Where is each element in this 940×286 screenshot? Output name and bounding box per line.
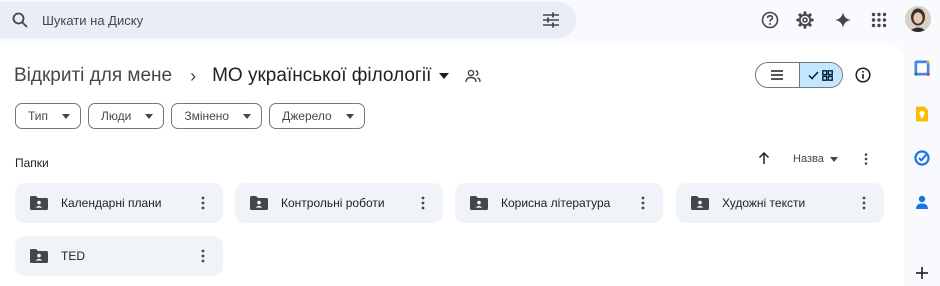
contacts-icon[interactable] (914, 194, 930, 210)
filter-people-label: Люди (101, 109, 132, 123)
shared-folder-icon (30, 249, 48, 263)
breadcrumb-separator: › (190, 65, 197, 86)
folder-name: TED (61, 249, 85, 263)
gemini-icon[interactable] (832, 9, 854, 31)
folder-card[interactable]: Художні тексти (676, 183, 884, 223)
keep-icon[interactable] (914, 106, 930, 122)
more-options-icon[interactable] (196, 195, 210, 211)
folder-card[interactable]: Календарні плани (15, 183, 223, 223)
search-bar[interactable] (0, 2, 576, 38)
filter-type[interactable]: Тип (15, 103, 82, 129)
filter-people[interactable]: Люди (88, 103, 165, 129)
folder-card[interactable]: Контрольні роботи (235, 183, 443, 223)
list-icon (771, 70, 784, 80)
settings-icon[interactable] (794, 9, 816, 31)
chevron-down-icon (829, 156, 838, 162)
more-options-icon[interactable] (196, 248, 210, 264)
filter-type-label: Тип (28, 109, 49, 123)
chevron-down-icon[interactable] (439, 73, 450, 79)
sort-by-label: Назва (793, 153, 824, 165)
info-icon[interactable] (855, 67, 871, 83)
folder-name: Художні тексти (722, 196, 806, 210)
apps-icon[interactable] (868, 9, 890, 31)
filter-source[interactable]: Джерело (269, 103, 365, 129)
folder-name: Контрольні роботи (281, 196, 385, 210)
filter-bar: Тип Люди Змінено Джерело (15, 103, 365, 129)
more-options-icon[interactable] (416, 195, 430, 211)
sort-direction-icon[interactable] (757, 151, 771, 165)
grid-icon (822, 69, 834, 81)
folder-name: Корисна література (501, 196, 611, 210)
main-content: Відкриті для мене › МО української філол… (0, 44, 904, 286)
list-view-button[interactable] (756, 63, 799, 87)
breadcrumb-shared-with-me[interactable]: Відкриті для мене (14, 65, 172, 87)
tasks-icon[interactable] (914, 150, 930, 166)
chevron-down-icon (62, 113, 71, 119)
folder-name: Календарні плани (61, 196, 162, 210)
folder-card[interactable]: TED (15, 236, 223, 276)
filter-source-label: Джерело (282, 109, 332, 123)
more-options-icon[interactable] (857, 195, 871, 211)
shared-folder-icon (30, 196, 48, 210)
grid-view-button[interactable] (798, 63, 842, 87)
avatar[interactable] (905, 6, 931, 32)
shared-folder-icon (470, 196, 488, 210)
more-options-icon[interactable] (636, 195, 650, 211)
page-title[interactable]: МО української філології (212, 65, 431, 87)
filter-modified[interactable]: Змінено (171, 103, 263, 129)
sort-by-button[interactable]: Назва (793, 153, 838, 165)
breadcrumb: Відкриті для мене › МО української філол… (14, 64, 482, 88)
search-options-icon[interactable] (542, 12, 560, 28)
chevron-down-icon (243, 113, 252, 119)
add-icon[interactable] (914, 265, 930, 281)
shared-folder-icon (250, 196, 268, 210)
chevron-down-icon (345, 113, 354, 119)
filter-modified-label: Змінено (184, 109, 230, 123)
calendar-icon[interactable] (914, 60, 930, 76)
folder-card[interactable]: Корисна література (455, 183, 663, 223)
chevron-down-icon (145, 113, 154, 119)
side-panel (904, 44, 940, 286)
more-options-icon[interactable] (860, 152, 872, 166)
search-input[interactable] (42, 9, 502, 31)
folders-section-label: Папки (15, 156, 49, 170)
view-toggle (755, 62, 843, 88)
check-icon (808, 70, 820, 80)
search-icon[interactable] (12, 12, 28, 28)
shared-folder-icon[interactable] (465, 69, 482, 83)
shared-folder-icon (691, 196, 709, 210)
help-icon[interactable] (759, 9, 781, 31)
